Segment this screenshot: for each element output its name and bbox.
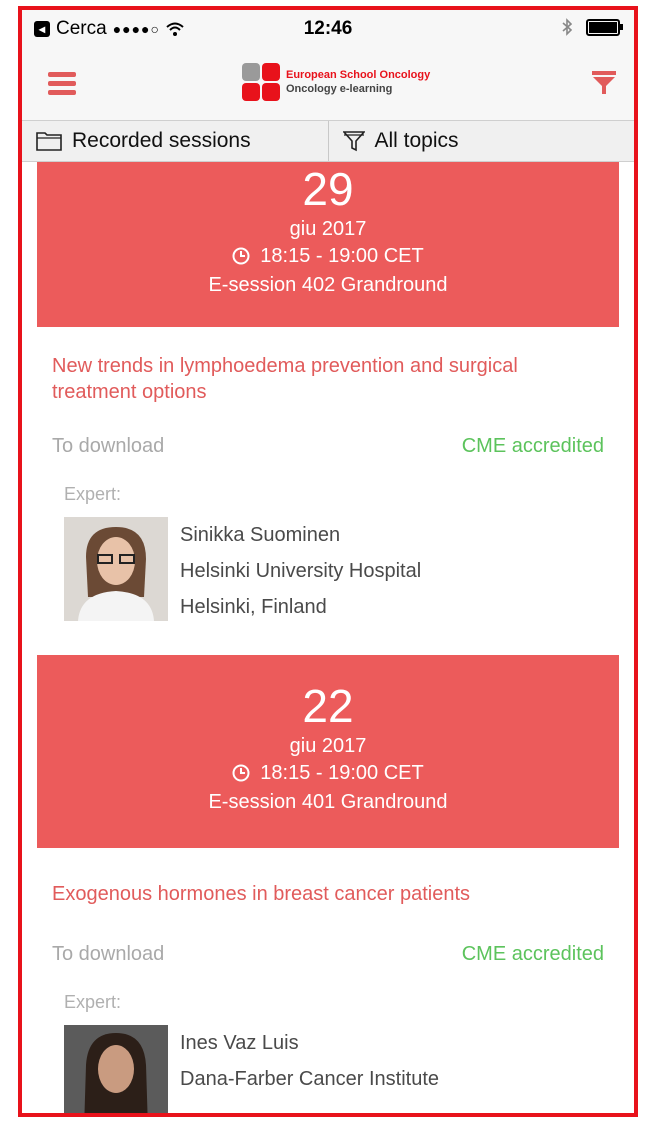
cme-badge: CME accredited [461, 435, 604, 457]
tab-bar: Recorded sessions All topics [22, 121, 634, 162]
expert-name: Sinikka Suominen [180, 524, 341, 546]
status-bar: ◂ Cerca ●●●●○ 12:46 [22, 10, 634, 46]
session-code: E-session 402 Grandround [208, 274, 448, 296]
expert-row[interactable]: Sinikka Suominen Helsinki University Hos… [22, 517, 634, 625]
filter-icon[interactable] [592, 71, 616, 95]
session-date-block: 29 giu 2017 18:15 - 19:00 CET E-session … [37, 162, 619, 327]
tab-recorded-sessions-label: Recorded sessions [72, 129, 251, 152]
expert-location: Helsinki, Finland [180, 596, 327, 618]
expert-info: Sinikka Suominen Helsinki University Hos… [180, 517, 421, 625]
session-card[interactable]: 22 giu 2017 18:15 - 19:00 CET E-session … [22, 655, 634, 1113]
funnel-icon [342, 131, 365, 152]
tab-recorded-sessions[interactable]: Recorded sessions [22, 121, 328, 161]
session-day: 29 [302, 163, 354, 215]
battery-icon [586, 18, 623, 36]
nav-bar: European School Oncology Oncology e-lear… [22, 46, 634, 121]
phone-frame: ◂ Cerca ●●●●○ 12:46 European School Onco… [18, 6, 638, 1117]
session-month: giu 2017 [289, 735, 367, 757]
status-time: 12:46 [303, 18, 353, 39]
session-title[interactable]: Exogenous hormones in breast cancer pati… [22, 881, 634, 907]
expert-row[interactable]: Ines Vaz Luis Dana-Farber Cancer Institu… [22, 1025, 634, 1113]
logo-title: European School Oncology [286, 69, 431, 81]
expert-institution: Dana-Farber Cancer Institute [180, 1068, 440, 1090]
status-right [562, 18, 623, 36]
eso-logo: European School Oncology Oncology e-lear… [242, 63, 430, 101]
session-title[interactable]: New trends in lymphoedema prevention and… [22, 353, 634, 405]
download-status[interactable]: To download [52, 435, 164, 458]
session-date-block: 22 giu 2017 18:15 - 19:00 CET E-session … [37, 655, 619, 848]
expert-avatar [64, 517, 168, 621]
expert-avatar [64, 1025, 168, 1113]
bluetooth-icon [562, 18, 572, 36]
logo-text: European School Oncology Oncology e-lear… [286, 68, 430, 96]
expert-info: Ines Vaz Luis Dana-Farber Cancer Institu… [180, 1025, 440, 1113]
session-month: giu 2017 [289, 218, 367, 240]
session-meta: To download CME accredited [22, 943, 634, 966]
tab-all-topics-label: All topics [374, 129, 459, 152]
tab-all-topics[interactable]: All topics [327, 121, 635, 161]
session-time: 18:15 - 19:00 CET [37, 242, 619, 270]
session-time-text: 18:15 - 19:00 CET [260, 245, 424, 267]
download-status[interactable]: To download [52, 943, 164, 966]
cme-badge: CME accredited [461, 943, 604, 965]
expert-name: Ines Vaz Luis [180, 1032, 299, 1054]
session-code: E-session 401 Grandround [208, 791, 448, 813]
session-time-text: 18:15 - 19:00 CET [260, 762, 424, 784]
session-time: 18:15 - 19:00 CET [37, 759, 619, 787]
expert-institution: Helsinki University Hospital [180, 560, 422, 582]
session-day: 22 [302, 680, 354, 732]
logo-subtitle: Oncology e-learning [286, 83, 393, 95]
session-meta: To download CME accredited [22, 435, 634, 458]
eso-logo-mark [242, 63, 280, 101]
folder-icon [36, 132, 62, 151]
clock-icon [232, 247, 250, 265]
session-list: 29 giu 2017 18:15 - 19:00 CET E-session … [22, 162, 634, 1113]
session-card[interactable]: 29 giu 2017 18:15 - 19:00 CET E-session … [22, 162, 634, 625]
clock-icon [232, 764, 250, 782]
menu-icon[interactable] [48, 72, 76, 95]
expert-label: Expert: [64, 992, 122, 1012]
expert-label: Expert: [64, 484, 122, 504]
